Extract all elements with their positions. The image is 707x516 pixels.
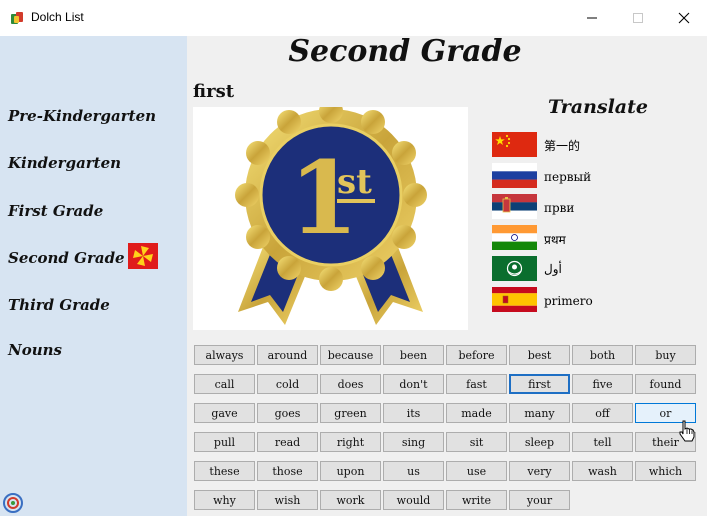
word-button-sit[interactable]: sit: [446, 432, 507, 452]
word-button-write[interactable]: write: [446, 490, 507, 510]
word-button-goes[interactable]: goes: [257, 403, 318, 423]
word-button-sleep[interactable]: sleep: [509, 432, 570, 452]
word-button-tell[interactable]: tell: [572, 432, 633, 452]
word-button-found[interactable]: found: [635, 374, 696, 394]
word-button-does[interactable]: does: [320, 374, 381, 394]
word-button-five[interactable]: five: [572, 374, 633, 394]
word-button-pull[interactable]: pull: [194, 432, 255, 452]
word-button-use[interactable]: use: [446, 461, 507, 481]
sidebar-item-kindergarten[interactable]: Kindergarten: [8, 154, 121, 172]
translation-spanish: primero: [544, 294, 593, 308]
svg-text:st: st: [337, 162, 372, 202]
word-button-best[interactable]: best: [509, 345, 570, 365]
word-button-sing[interactable]: sing: [383, 432, 444, 452]
word-button-off[interactable]: off: [572, 403, 633, 423]
hand-cursor-icon: [679, 420, 695, 442]
sidebar-item-first-grade[interactable]: First Grade: [8, 202, 103, 220]
first-place-ribbon-icon: 1 st: [235, 99, 427, 325]
sidebar-item-nouns[interactable]: Nouns: [8, 341, 62, 359]
word-button-call[interactable]: call: [194, 374, 255, 394]
sidebar-item-second-grade[interactable]: Second Grade: [8, 249, 125, 267]
word-button-its[interactable]: its: [383, 403, 444, 423]
word-button-gave[interactable]: gave: [194, 403, 255, 423]
translate-heading: Translate: [548, 96, 648, 118]
word-picture: 1 st: [193, 99, 468, 330]
app-logo-icon: [3, 493, 23, 513]
word-button-right[interactable]: right: [320, 432, 381, 452]
china-flag-icon: [492, 132, 537, 157]
maximize-button[interactable]: [615, 0, 661, 36]
close-button[interactable]: [661, 0, 707, 36]
spain-flag-icon: [492, 287, 537, 312]
title-bar: Dolch List: [0, 0, 707, 36]
pinwheel-icon: [128, 243, 158, 269]
translation-arabic: أول: [544, 262, 562, 276]
word-button-buy[interactable]: buy: [635, 345, 696, 365]
word-button-don-t[interactable]: don't: [383, 374, 444, 394]
sidebar-item-third-grade[interactable]: Third Grade: [8, 296, 110, 314]
word-button-upon[interactable]: upon: [320, 461, 381, 481]
word-button-been[interactable]: been: [383, 345, 444, 365]
word-button-would[interactable]: would: [383, 490, 444, 510]
sidebar-item-pre-kindergarten[interactable]: Pre-Kindergarten: [8, 107, 156, 125]
word-button-those[interactable]: those: [257, 461, 318, 481]
word-button-green[interactable]: green: [320, 403, 381, 423]
word-button-cold[interactable]: cold: [257, 374, 318, 394]
word-button-always[interactable]: always: [194, 345, 255, 365]
word-button-read[interactable]: read: [257, 432, 318, 452]
word-button-why[interactable]: why: [194, 490, 255, 510]
russia-flag-icon: [492, 163, 537, 188]
word-button-work[interactable]: work: [320, 490, 381, 510]
word-button-around[interactable]: around: [257, 345, 318, 365]
page-title: Second Grade: [288, 34, 522, 69]
word-button-both[interactable]: both: [572, 345, 633, 365]
translation-serbian: први: [544, 201, 575, 215]
minimize-button[interactable]: [569, 0, 615, 36]
serbia-flag-icon: [492, 194, 537, 219]
word-button-because[interactable]: because: [320, 345, 381, 365]
close-icon: [678, 12, 690, 24]
word-button-before[interactable]: before: [446, 345, 507, 365]
word-button-wash[interactable]: wash: [572, 461, 633, 481]
translation-hindi: प्रथम: [544, 233, 566, 247]
word-button-fast[interactable]: fast: [446, 374, 507, 394]
translation-chinese: 第一的: [544, 139, 581, 153]
arab-league-flag-icon: [492, 256, 537, 281]
translation-russian: первый: [544, 170, 592, 184]
app-icon: [11, 12, 23, 24]
word-button-wish[interactable]: wish: [257, 490, 318, 510]
maximize-icon: [633, 13, 643, 23]
word-button-which[interactable]: which: [635, 461, 696, 481]
word-button-your[interactable]: your: [509, 490, 570, 510]
india-flag-icon: [492, 225, 537, 250]
word-button-these[interactable]: these: [194, 461, 255, 481]
minimize-icon: [587, 17, 597, 19]
current-word: first: [193, 81, 235, 102]
word-button-us[interactable]: us: [383, 461, 444, 481]
word-button-made[interactable]: made: [446, 403, 507, 423]
word-button-very[interactable]: very: [509, 461, 570, 481]
word-button-first[interactable]: first: [509, 374, 570, 394]
window-title: Dolch List: [31, 10, 84, 24]
word-button-many[interactable]: many: [509, 403, 570, 423]
